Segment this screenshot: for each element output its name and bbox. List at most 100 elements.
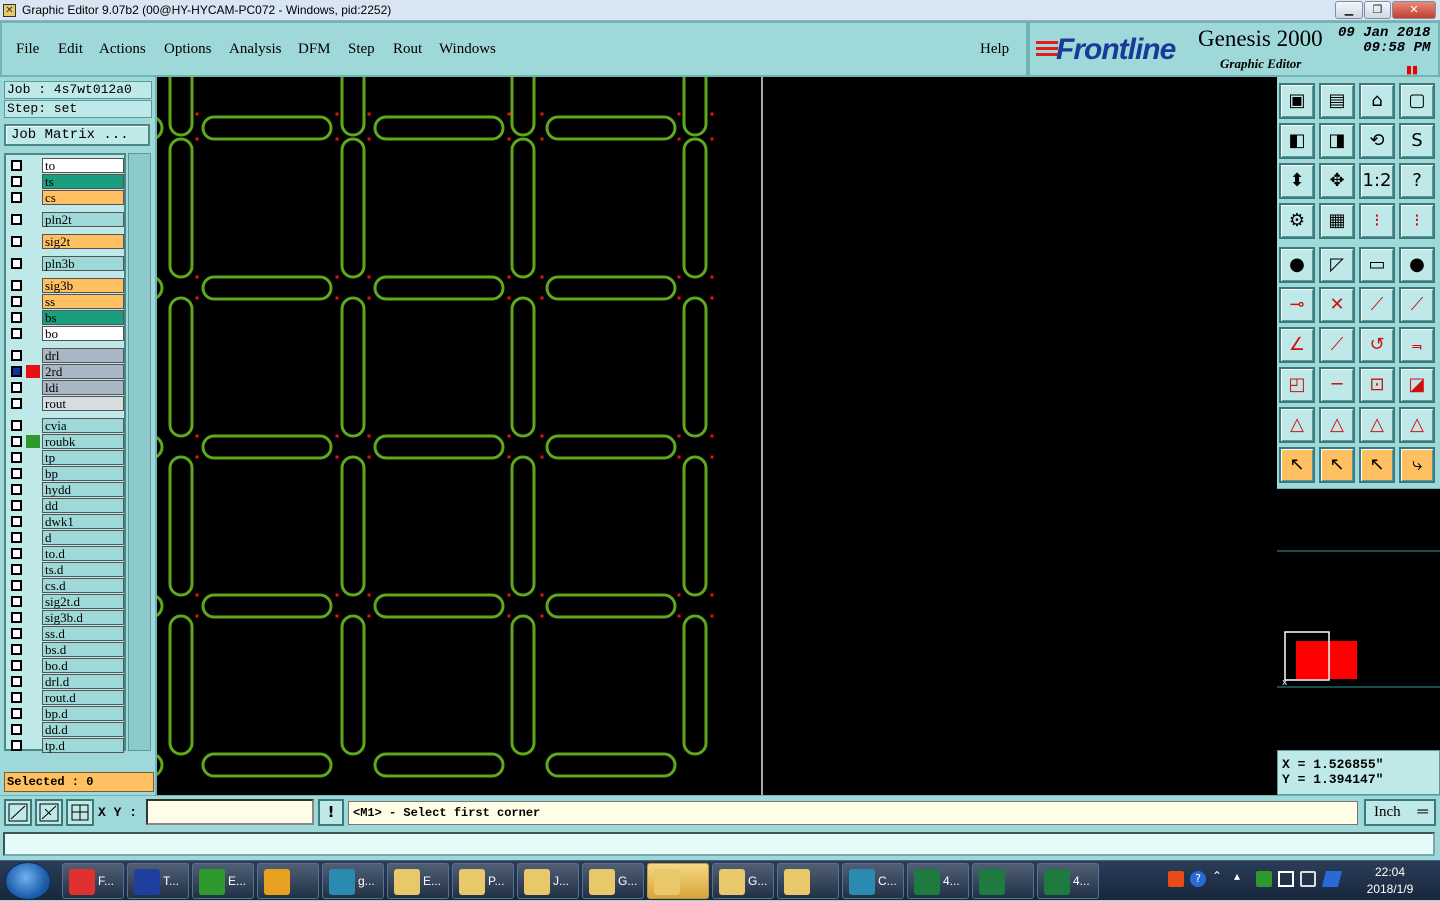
taskbar-item[interactable] — [777, 863, 839, 899]
angle-button[interactable]: ∠ — [1279, 327, 1315, 363]
taskbar-item[interactable]: T... — [127, 863, 189, 899]
layer-name[interactable]: ts.d — [42, 562, 124, 577]
overview-map[interactable]: x — [1277, 488, 1440, 750]
layer-name[interactable]: rout — [42, 396, 124, 411]
taskbar-item[interactable]: 4... — [907, 863, 969, 899]
flip-button[interactable]: ⟲ — [1359, 123, 1395, 159]
layer-name[interactable]: bo.d — [42, 658, 124, 673]
graphic-canvas[interactable] — [157, 77, 1277, 795]
unit-selector[interactable]: Inch ═ — [1364, 799, 1436, 826]
layer-checkbox[interactable] — [11, 676, 22, 687]
layer-row-drl[interactable]: drl — [8, 348, 124, 363]
line-point2-button[interactable]: ⟋ — [1399, 287, 1435, 323]
layer-checkbox[interactable] — [11, 532, 22, 543]
layer-name[interactable]: sig2t — [42, 234, 124, 249]
menu-rout[interactable]: Rout — [393, 41, 422, 58]
layer-checkbox[interactable] — [11, 724, 22, 735]
taskbar-item[interactable]: J... — [517, 863, 579, 899]
settings-button[interactable]: ⚙ — [1279, 203, 1315, 239]
layer-name[interactable]: ss — [42, 294, 124, 309]
menu-file[interactable]: File — [16, 41, 39, 58]
flag-f-button[interactable]: ⫬ — [1399, 327, 1435, 363]
layer-name[interactable]: sig3b — [42, 278, 124, 293]
menu-edit[interactable]: Edit — [58, 41, 83, 58]
layer-name[interactable]: ts — [42, 174, 124, 189]
layer-name[interactable]: dd — [42, 498, 124, 513]
layer-row-dd-d[interactable]: dd.d — [8, 722, 124, 737]
layer-name[interactable]: sig3b.d — [42, 610, 124, 625]
layer-row-dwk1[interactable]: dwk1 — [8, 514, 124, 529]
layer-row-bs[interactable]: bs — [8, 310, 124, 325]
layer-checkbox[interactable] — [11, 366, 22, 377]
close-button[interactable]: ✕ — [1392, 1, 1436, 19]
layer-name[interactable]: sig2t.d — [42, 594, 124, 609]
layer-checkbox[interactable] — [11, 328, 22, 339]
taskbar-item[interactable]: G... — [712, 863, 774, 899]
taskbar-item[interactable] — [647, 863, 709, 899]
layer-row-ts-d[interactable]: ts.d — [8, 562, 124, 577]
select-route-button[interactable]: ⤷ — [1399, 447, 1435, 483]
layer-row-bp[interactable]: bp — [8, 466, 124, 481]
layer-row-tp-d[interactable]: tp.d — [8, 738, 124, 753]
menu-actions[interactable]: Actions — [99, 41, 146, 58]
zoom-fit-button[interactable]: ⬍ — [1279, 163, 1315, 199]
layer-name[interactable]: bs.d — [42, 642, 124, 657]
minimize-button[interactable]: ▁ — [1335, 1, 1363, 19]
layer-row-roubk[interactable]: roubk — [8, 434, 124, 449]
layer-name[interactable]: bs — [42, 310, 124, 325]
layer-checkbox[interactable] — [11, 350, 22, 361]
layer-row-sig3b[interactable]: sig3b — [8, 278, 124, 293]
layer-name[interactable]: to — [42, 158, 124, 173]
layer-checkbox[interactable] — [11, 548, 22, 559]
layer-name[interactable]: bo — [42, 326, 124, 341]
layer-row-dd[interactable]: dd — [8, 498, 124, 513]
layer-row-bs-d[interactable]: bs.d — [8, 642, 124, 657]
layer-name[interactable]: cvia — [42, 418, 124, 433]
layer-checkbox[interactable] — [11, 236, 22, 247]
snap-center-button[interactable]: ● — [1279, 247, 1315, 283]
layer-checkbox[interactable] — [11, 564, 22, 575]
layer-row-ss[interactable]: ss — [8, 294, 124, 309]
layer-checkbox[interactable] — [11, 484, 22, 495]
network-icon[interactable] — [1300, 871, 1316, 887]
layer-checkbox[interactable] — [11, 436, 22, 447]
layer-checkbox[interactable] — [11, 468, 22, 479]
window-button[interactable]: ▢ — [1399, 83, 1435, 119]
layer-name[interactable]: rout.d — [42, 690, 124, 705]
clock[interactable]: 22:04 2018/1/9 — [1350, 864, 1430, 898]
tray-overflow-icon[interactable]: ⌃ — [1212, 869, 1222, 883]
layer-row-d[interactable]: d — [8, 530, 124, 545]
layer-row-sig3b-d[interactable]: sig3b.d — [8, 610, 124, 625]
xy-input[interactable] — [146, 799, 314, 825]
layer-checkbox[interactable] — [11, 596, 22, 607]
layer-name[interactable]: drl — [42, 348, 124, 363]
layer-row-rout-d[interactable]: rout.d — [8, 690, 124, 705]
dimension-button[interactable]: ⊡ — [1359, 367, 1395, 403]
grid-toggle-button[interactable]: ▦ — [1319, 203, 1355, 239]
ruler-button[interactable]: ▭ — [1359, 247, 1395, 283]
layer-name[interactable]: bp.d — [42, 706, 124, 721]
layer-checkbox[interactable] — [11, 580, 22, 591]
layer-row-pln2t[interactable]: pln2t — [8, 212, 124, 227]
cross-button[interactable]: ✕ — [1319, 287, 1355, 323]
layer-row-ldi[interactable]: ldi — [8, 380, 124, 395]
layer-checkbox[interactable] — [11, 382, 22, 393]
layer-row-drl-d[interactable]: drl.d — [8, 674, 124, 689]
flag-icon[interactable] — [1278, 871, 1294, 887]
taskbar-item[interactable] — [257, 863, 319, 899]
layer-checkbox[interactable] — [11, 398, 22, 409]
open-job-button[interactable]: ▣ — [1279, 83, 1315, 119]
triangle-blue-button[interactable]: △ — [1399, 407, 1435, 443]
layer-name[interactable]: drl.d — [42, 674, 124, 689]
import-button[interactable]: ◧ — [1279, 123, 1315, 159]
layer-row-to[interactable]: to — [8, 158, 124, 173]
mirror-button[interactable]: ◸ — [1319, 247, 1355, 283]
layer-checkbox[interactable] — [11, 740, 22, 751]
layer-checkbox[interactable] — [11, 692, 22, 703]
layer-row-sig2t[interactable]: sig2t — [8, 234, 124, 249]
layer-checkbox[interactable] — [11, 420, 22, 431]
layers-red2-button[interactable]: ⁝ — [1399, 203, 1435, 239]
layer-checkbox[interactable] — [11, 644, 22, 655]
layer-name[interactable]: 2rd — [42, 364, 124, 379]
shapes-button[interactable]: ◪ — [1399, 367, 1435, 403]
